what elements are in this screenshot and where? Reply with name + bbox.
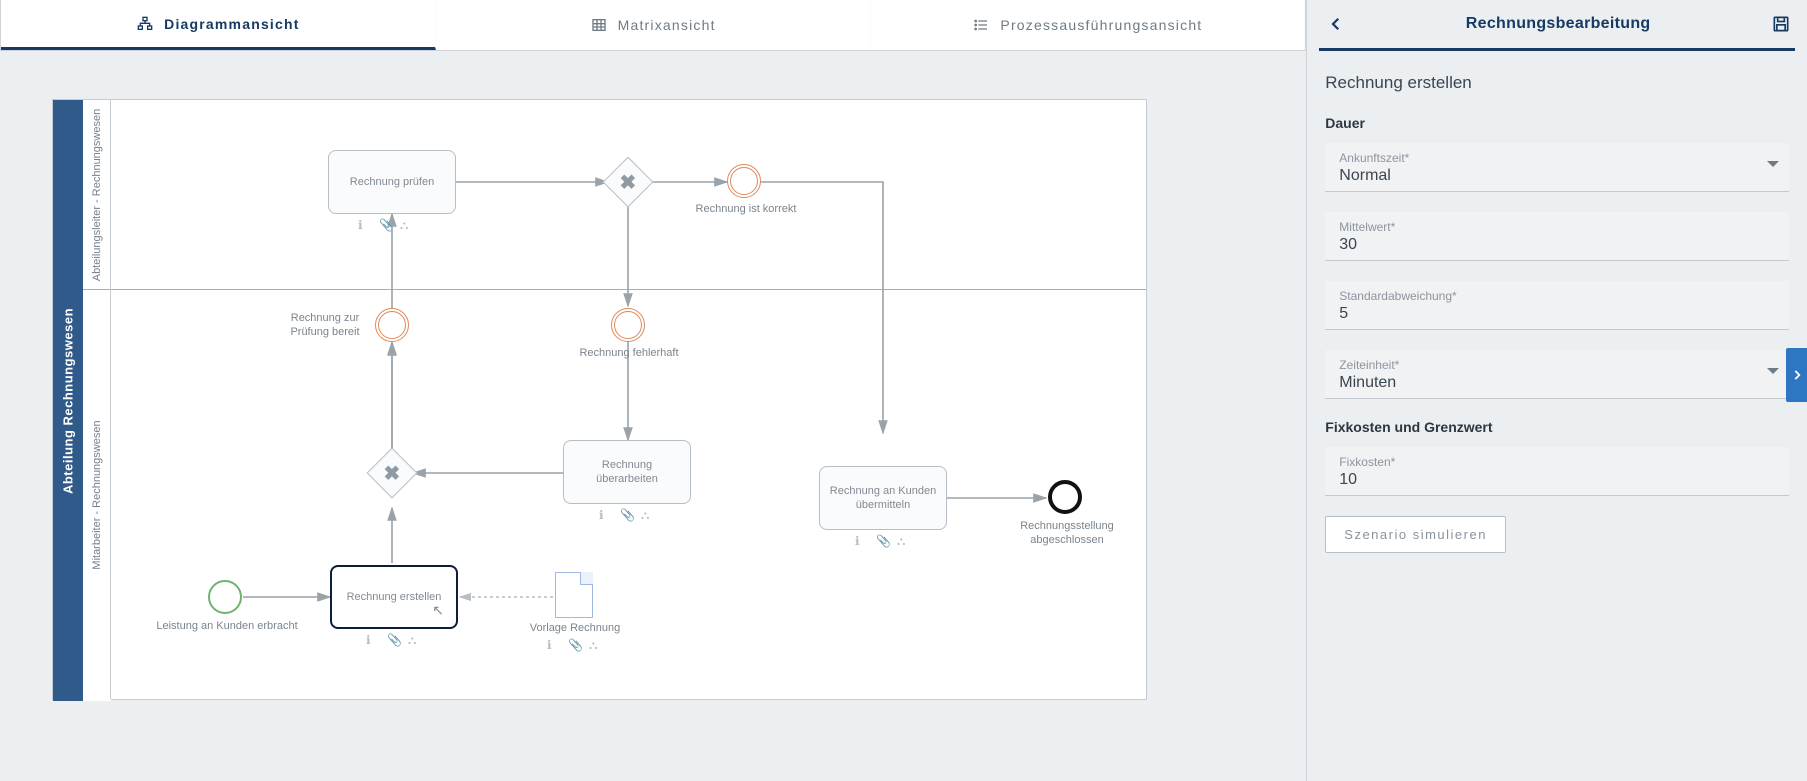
field-value: 5 [1339,305,1775,323]
field-arrival-time[interactable]: Ankunftszeit* Normal [1325,143,1789,192]
field-time-unit[interactable]: Zeiteinheit* Minuten [1325,350,1789,399]
panel-title: Rechnungsbearbeitung [1345,15,1771,33]
subprocess-icon: ⛬ [400,218,412,230]
event-label: Rechnung zur Prüfung bereit [281,312,369,340]
gateway-check-result[interactable]: ✖ [603,157,654,208]
grid-icon [590,17,608,33]
task-indicators: ℹ 📎 ⛬ [855,534,909,546]
bpmn-canvas[interactable]: Abteilung Rechnungswesen Abteilungsleite… [52,99,1147,700]
tab-matrix[interactable]: Matrixansicht [436,0,871,50]
pool-header[interactable]: Abteilung Rechnungswesen [53,100,83,701]
field-label: Standardabweichung* [1339,289,1775,303]
view-tabs: Diagrammansicht Matrixansicht Prozessaus… [0,0,1306,51]
field-value: Normal [1339,167,1775,185]
field-label: Ankunftszeit* [1339,151,1775,165]
field-mean[interactable]: Mittelwert* 30 [1325,212,1789,261]
gateway-merge[interactable]: ✖ [367,448,418,499]
tab-label: Diagrammansicht [164,16,299,32]
tab-diagram[interactable]: Diagrammansicht [1,0,436,50]
section-fixcost: Fixkosten und Grenzwert [1325,419,1789,435]
task-label: Rechnung prüfen [350,175,434,189]
data-object-label: Vorlage Rechnung [523,622,627,636]
lane-name: Mitarbeiter - Rechnungswesen [91,420,103,569]
event-ready-for-check[interactable] [375,308,409,342]
event-label: Rechnung fehlerhaft [573,347,685,361]
lane-header-top[interactable]: Abteilungsleiter - Rechnungswesen [83,100,111,289]
pool-name: Abteilung Rechnungswesen [61,307,76,493]
field-label: Mittelwert* [1339,220,1775,234]
tab-execution[interactable]: Prozessausführungsansicht [871,0,1306,50]
selected-element-name: Rechnung erstellen [1325,73,1789,93]
lane-divider [83,289,1146,290]
task-label: Rechnung überarbeiten [570,458,684,487]
tab-label: Matrixansicht [618,17,716,33]
event-label: Leistung an Kunden erbracht [153,620,301,634]
hierarchy-icon [136,16,154,32]
field-value: Minuten [1339,374,1775,392]
data-object-template[interactable] [555,572,593,618]
event-start[interactable] [208,580,242,614]
chevron-down-icon [1767,161,1779,173]
attachment-icon: 📎 [379,218,391,230]
attachment-icon: 📎 [876,534,888,546]
attachment-icon: 📎 [387,633,399,645]
event-label: Rechnungsstellung abgeschlossen [1013,520,1121,548]
attachment-icon: 📎 [568,638,580,650]
task-indicators: ℹ 📎 ⛬ [547,638,601,650]
info-icon: ℹ [547,638,559,650]
field-fixcost[interactable]: Fixkosten* 10 [1325,447,1789,496]
list-icon [972,17,990,33]
field-label: Zeiteinheit* [1339,358,1775,372]
tab-label: Prozessausführungsansicht [1000,17,1202,33]
info-icon: ℹ [366,633,378,645]
section-duration: Dauer [1325,115,1789,131]
field-value: 30 [1339,236,1775,254]
panel-expand-toggle[interactable] [1786,348,1807,402]
back-button[interactable] [1327,15,1345,33]
task-send-invoice[interactable]: Rechnung an Kunden übermitteln [819,466,947,530]
task-label: Rechnung an Kunden übermitteln [826,484,940,513]
field-stddev[interactable]: Standardabweichung* 5 [1325,281,1789,330]
task-create-invoice[interactable]: Rechnung erstellen ↖ [330,565,458,629]
event-end[interactable] [1048,480,1082,514]
chevron-down-icon [1767,368,1779,380]
lane-name: Abteilungsleiter - Rechnungswesen [91,108,103,280]
task-rework-invoice[interactable]: Rechnung überarbeiten [563,440,691,504]
event-invoice-ok[interactable] [727,164,761,198]
properties-panel: Rechnungsbearbeitung Rechnung erstellen … [1306,0,1807,781]
field-label: Fixkosten* [1339,455,1775,469]
attachment-icon: 📎 [620,508,632,520]
task-indicators: ℹ 📎 ⛬ [599,508,653,520]
subprocess-icon: ⛬ [589,638,601,650]
info-icon: ℹ [855,534,867,546]
field-value: 10 [1339,471,1775,489]
info-icon: ℹ [358,218,370,230]
button-label: Szenario simulieren [1344,527,1487,542]
subprocess-icon: ⛬ [408,633,420,645]
subprocess-icon: ⛬ [641,508,653,520]
event-invoice-faulty[interactable] [611,308,645,342]
task-indicators: ℹ 📎 ⛬ [366,633,420,645]
event-label: Rechnung ist korrekt [681,203,811,217]
task-indicators: ℹ 📎 ⛬ [358,218,412,230]
lane-header-bottom[interactable]: Mitarbeiter - Rechnungswesen [83,289,111,701]
lane-left-border [110,100,111,699]
save-button[interactable] [1771,14,1791,34]
task-check-invoice[interactable]: Rechnung prüfen [328,150,456,214]
info-icon: ℹ [599,508,611,520]
subprocess-icon: ⛬ [897,534,909,546]
cursor-icon: ↖ [432,601,444,619]
task-label: Rechnung erstellen [347,590,442,604]
simulate-button[interactable]: Szenario simulieren [1325,516,1506,553]
